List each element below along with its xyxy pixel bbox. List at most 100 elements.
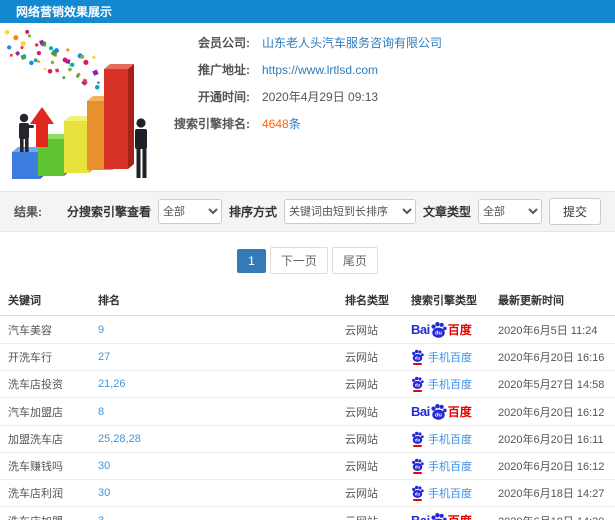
mobile-baidu-label: 手机百度 (428, 379, 472, 391)
open-time-value: 2020年4月29日 09:13 (262, 90, 379, 104)
rank-cell: 30 (90, 452, 337, 480)
info-row-company: 会员公司: 山东老人头汽车服务咨询有限公司 (158, 29, 442, 56)
svg-text:du: du (415, 438, 421, 443)
last-page-button[interactable]: 尾页 (331, 247, 378, 274)
page-1-button[interactable]: 1 (237, 248, 266, 273)
rank-link[interactable]: 9 (98, 324, 104, 336)
engine-cell: du 手机百度 (403, 343, 490, 371)
mobile-baidu-icon: du (411, 376, 424, 392)
mobile-baidu-logo: du 手机百度 (411, 458, 472, 474)
rank-count-number: 4648 (262, 117, 289, 131)
confetti-dots (4, 29, 100, 90)
keyword-cell: 洗车赚钱吗 (0, 452, 90, 480)
engine-cell: du 手机百度 (403, 370, 490, 398)
baidu-paw-icon: du (412, 349, 424, 362)
sort-filter-select[interactable]: 关键词由短到长排序 (283, 199, 416, 224)
engine-cell: du 手机百度 (403, 425, 490, 453)
baidu-red-underline (413, 363, 422, 365)
filter-controls: 分搜索引擎查看 全部 排序方式 关键词由短到长排序 文章类型 全部 提交 (67, 198, 601, 225)
info-row-url: 推广地址: https://www.lrtlsd.com (158, 56, 442, 83)
baidu-paw-icon: du (412, 485, 424, 498)
rank-link[interactable]: 21,26 (98, 378, 126, 390)
rank-link[interactable]: 30 (98, 487, 110, 499)
engine-cell: du 手机百度 (403, 452, 490, 480)
rank-cell: 21,26 (90, 370, 337, 398)
company-info-list: 会员公司: 山东老人头汽车服务咨询有限公司 推广地址: https://www.… (158, 29, 442, 137)
engine-cell: du 手机百度 (403, 479, 490, 507)
rank-count-unit[interactable]: 条 (289, 117, 301, 131)
engine-filter-select[interactable]: 全部 (157, 199, 222, 224)
baidu-paw-icon: du (431, 321, 447, 338)
table-row: 加盟洗车店 25,28,28 云网站 du 手机百度 2020年6月20日 16:… (0, 425, 615, 453)
rank-link[interactable]: 3 (98, 515, 104, 520)
header-engine: 搜索引擎类型 (403, 285, 490, 316)
rank-type-cell: 云网站 (337, 479, 403, 507)
table-row: 洗车店加盟 3 云网站 Baidu百度 2020年6月18日 14:30 (0, 506, 615, 520)
rank-link[interactable]: 27 (98, 351, 110, 363)
bar-red (104, 64, 134, 169)
table-row: 汽车加盟店 8 云网站 Bai du 百度 2020年6月20日 16:12 (0, 397, 615, 426)
rank-type-cell: 云网站 (337, 397, 403, 426)
rank-cell: 3 (90, 506, 337, 520)
updated-cell: 2020年6月5日 11:24 (490, 315, 615, 344)
rank-cell: 25,28,28 (90, 425, 337, 453)
table-row: 开洗车行 27 云网站 du 手机百度 2020年6月20日 16:16 (0, 343, 615, 371)
baidu-logo-cn: 百度 (447, 405, 472, 419)
sort-filter-label: 排序方式 (228, 205, 277, 219)
updated-cell: 2020年6月18日 14:27 (490, 479, 615, 507)
baidu-logo: Baidu 百度 (411, 403, 472, 420)
engine-cell: Baidu百度 (403, 506, 490, 520)
keyword-cell: 洗车店加盟 (0, 506, 90, 520)
svg-text:du: du (415, 383, 421, 388)
baidu-red-underline (413, 499, 422, 501)
businessman-figure-right (135, 118, 147, 178)
baidu-red-underline (413, 445, 422, 447)
svg-text:du: du (435, 413, 442, 419)
svg-text:du: du (415, 492, 421, 497)
svg-text:du: du (415, 465, 421, 470)
submit-button[interactable]: 提交 (548, 198, 601, 225)
rank-count-value: 4648条 (262, 115, 301, 132)
company-name-link[interactable]: 山东老人头汽车服务咨询有限公司 (262, 34, 442, 51)
baidu-logo: Baidu 百度 (411, 321, 472, 338)
svg-text:du: du (435, 331, 442, 337)
rank-link[interactable]: 25,28,28 (98, 433, 141, 445)
company-label: 会员公司: (198, 36, 250, 50)
mobile-baidu-logo: du 手机百度 (411, 376, 472, 392)
updated-cell: 2020年6月20日 16:11 (490, 425, 615, 453)
baidu-red-underline (413, 390, 422, 392)
table-header: 关键词 排名 排名类型 搜索引擎类型 最新更新时间 (0, 285, 615, 316)
header-rank-type: 排名类型 (337, 285, 403, 316)
rank-cell: 9 (90, 315, 337, 344)
baidu-logo-bai: Bai (411, 513, 430, 520)
mobile-baidu-icon: du (411, 349, 424, 365)
keyword-cell: 汽车美容 (0, 315, 90, 344)
info-row-open-time: 开通时间: 2020年4月29日 09:13 (158, 83, 442, 110)
promo-url-link[interactable]: https://www.lrtlsd.com (262, 63, 378, 77)
businessman-figure-left (19, 113, 34, 152)
updated-cell: 2020年6月20日 16:12 (490, 397, 615, 426)
baidu-logo-bai: Bai (411, 322, 430, 337)
rank-type-cell: 云网站 (337, 506, 403, 520)
article-type-select[interactable]: 全部 (477, 199, 542, 224)
promo-url-label: 推广地址: (198, 63, 250, 77)
baidu-paw-icon: du (412, 431, 424, 444)
engine-filter-label: 分搜索引擎查看 (66, 205, 151, 219)
rank-type-cell: 云网站 (337, 343, 403, 371)
mobile-baidu-icon: du (411, 458, 424, 474)
table-row: 汽车美容 9 云网站 Bai du 百度 2020年6月5日 11:24 (0, 315, 615, 344)
header-updated: 最新更新时间 (490, 285, 615, 316)
next-page-button[interactable]: 下一页 (269, 247, 328, 274)
mobile-baidu-icon: du (411, 485, 424, 501)
keyword-cell: 开洗车行 (0, 343, 90, 371)
bar-chart-illustration (4, 29, 147, 179)
baidu-paw-icon: du (431, 403, 447, 420)
filter-bar: 结果: 分搜索引擎查看 全部 排序方式 关键词由短到长排序 文章类型 全部 提交 (0, 191, 615, 232)
mobile-baidu-label: 手机百度 (428, 461, 472, 473)
rank-link[interactable]: 30 (98, 460, 110, 472)
engine-cell: Baidu百度 (403, 315, 490, 344)
rank-link[interactable]: 8 (98, 406, 104, 418)
baidu-logo-cn: 百度 (448, 512, 472, 520)
table-row: 洗车店投资 21,26 云网站 du 手机百度 2020年5月27日 14:58 (0, 370, 615, 398)
mobile-baidu-label: 手机百度 (428, 488, 472, 500)
